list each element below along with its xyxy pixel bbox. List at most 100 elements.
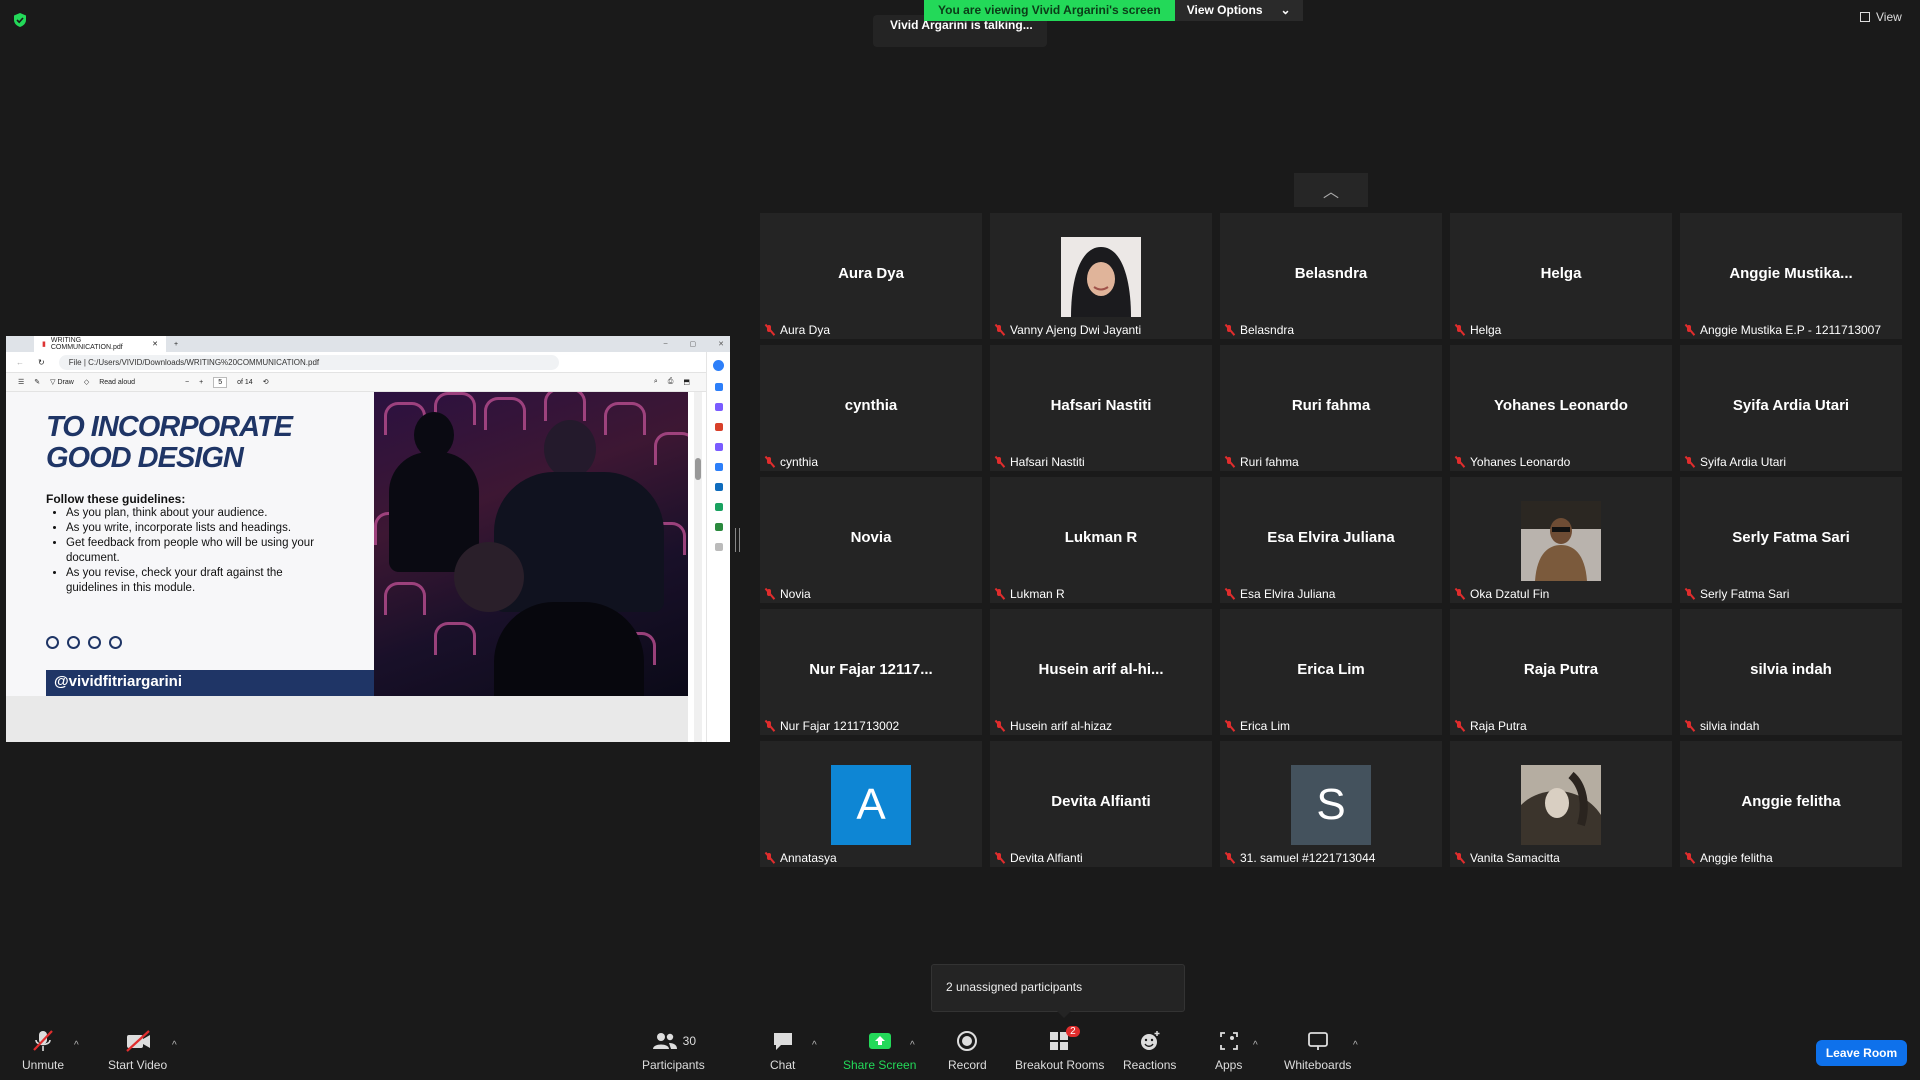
minimize-icon[interactable]: – [664,340,668,348]
participant-display-name: Erica Lim [1297,661,1365,678]
participant-name-label: Lukman R [994,585,1065,603]
record-button[interactable]: Record [948,1028,987,1072]
participant-name-label: silvia indah [1684,717,1759,735]
participant-tile[interactable]: Anggie felitha Anggie felitha [1680,741,1902,867]
participant-avatar: S [1291,765,1371,845]
zoom-out-icon[interactable]: − [185,379,189,386]
participant-tile[interactable]: Lukman R Lukman R [990,477,1212,603]
participant-tile[interactable]: Hafsari Nastiti Hafsari Nastiti [990,345,1212,471]
chat-label: Chat [770,1058,796,1072]
shopping-icon[interactable] [714,503,723,511]
save-icon[interactable]: ⬒ [683,378,690,386]
close-icon[interactable]: ✕ [152,340,158,348]
share-options-caret[interactable]: ^ [910,1040,915,1051]
toolbox-icon[interactable] [714,423,723,431]
video-options-caret[interactable]: ^ [172,1040,177,1051]
participant-tile[interactable]: Vanita Samacitta [1450,741,1672,867]
close-window-icon[interactable]: ✕ [718,340,724,348]
participant-tile[interactable]: cynthia cynthia [760,345,982,471]
participant-tile[interactable]: Nur Fajar 12117... Nur Fajar 1211713002 [760,609,982,735]
unmute-button[interactable]: Unmute [22,1028,64,1072]
shield-icon[interactable] [12,12,28,28]
start-video-button[interactable]: Start Video [108,1028,167,1072]
maximize-icon[interactable]: ▢ [690,340,697,348]
tree-icon[interactable] [714,523,723,531]
whiteboards-options-caret[interactable]: ^ [1353,1040,1358,1051]
audio-options-caret[interactable]: ^ [74,1040,79,1051]
participant-tile[interactable]: Raja Putra Raja Putra [1450,609,1672,735]
outlook-icon[interactable] [714,483,723,491]
draw-button[interactable]: ▽ Draw [50,378,74,386]
chevron-up-icon: ︿ [1322,184,1339,201]
unassigned-participants-tooltip[interactable]: 2 unassigned participants [931,964,1185,1018]
search-icon[interactable]: ⌕ [654,378,658,386]
participant-tile[interactable]: Oka Dzatul Fin [1450,477,1672,603]
participants-button[interactable]: 30 Participants [642,1028,705,1072]
print-icon[interactable]: ⎙ [668,378,674,386]
reload-icon[interactable]: ↻ [38,358,45,367]
participant-display-name: Nur Fajar 12117... [809,661,933,678]
zoom-in-icon[interactable]: + [199,379,203,386]
participant-tile[interactable]: S 31. samuel #1221713044 [1220,741,1442,867]
view-button[interactable]: View [1860,10,1902,24]
participant-tile[interactable]: Anggie Mustika... Anggie Mustika E.P - 12… [1680,213,1902,339]
apps-options-caret[interactable]: ^ [1253,1040,1258,1051]
participant-name: Novia [780,587,811,601]
participant-tile[interactable]: A Annatasya [760,741,982,867]
participant-tile[interactable]: Erica Lim Erica Lim [1220,609,1442,735]
mic-muted-icon [1454,720,1465,732]
participant-tile[interactable]: Belasndra Belasndra [1220,213,1442,339]
participant-tile[interactable]: Novia Novia [760,477,982,603]
search-icon[interactable] [714,383,723,391]
reactions-button[interactable]: Reactions [1123,1028,1176,1072]
games-icon[interactable] [714,443,723,451]
participant-tile[interactable]: Devita Alfianti Devita Alfianti [990,741,1212,867]
participant-tile[interactable]: Vanny Ajeng Dwi Jayanti [990,213,1212,339]
participant-tile[interactable]: Serly Fatma Sari Serly Fatma Sari [1680,477,1902,603]
pdf-toolbar: ☰ ✎ ▽ Draw ◇ Read aloud − + 5 of 14 ⟲ ⌕ … [6,373,730,392]
apps-button[interactable]: Apps [1215,1028,1242,1072]
participant-name-label: Raja Putra [1454,717,1527,735]
chat-options-caret[interactable]: ^ [812,1040,817,1051]
breakout-rooms-button[interactable]: 2 Breakout Rooms [1015,1026,1104,1072]
office-icon[interactable] [714,463,723,471]
chat-button[interactable]: Chat [770,1028,795,1072]
bing-icon[interactable] [713,360,724,371]
breakout-badge: 2 [1066,1026,1080,1037]
participant-tile[interactable]: Syifa Ardia Utari Syifa Ardia Utari [1680,345,1902,471]
page-number-input[interactable]: 5 [213,376,228,388]
new-tab-icon[interactable]: + [174,341,178,348]
highlight-icon[interactable]: ✎ [34,378,40,386]
participant-tile[interactable]: Aura Dya Aura Dya [760,213,982,339]
participant-display-name: Devita Alfianti [1051,793,1151,810]
rotate-icon[interactable]: ⟲ [263,378,269,386]
read-aloud-button[interactable]: Read aloud [99,379,135,386]
participant-display-name: Yohanes Leonardo [1494,397,1628,414]
split-view-handle[interactable] [735,528,740,552]
participant-tile[interactable]: Ruri fahma Ruri fahma [1220,345,1442,471]
browser-tab-bar: ▮ WRITING COMMUNICATION.pdf ✕ + – ▢ ✕ [6,336,730,352]
back-icon[interactable]: ← [16,358,24,367]
whiteboards-button[interactable]: Whiteboards [1284,1028,1351,1072]
view-options-button[interactable]: View Options ⌄ [1174,0,1303,21]
participant-tile[interactable]: Yohanes Leonardo Yohanes Leonardo [1450,345,1672,471]
contents-icon[interactable]: ☰ [18,378,24,386]
address-bar[interactable]: File | C:/Users/VIVID/Downloads/WRITING%… [58,354,559,370]
participant-tile[interactable]: Helga Helga [1450,213,1672,339]
mic-muted-icon [1454,852,1465,864]
scroll-up-button[interactable]: ︿ [1294,173,1368,207]
participant-tile[interactable]: silvia indah silvia indah [1680,609,1902,735]
tag-icon[interactable] [714,403,723,411]
mic-muted-icon [994,852,1005,864]
video-off-icon [125,1030,150,1052]
participant-tile[interactable]: Husein arif al-hi... Husein arif al-hizaz [990,609,1212,735]
erase-icon[interactable]: ◇ [84,378,89,386]
share-screen-button[interactable]: Share Screen [843,1028,916,1072]
browser-tab[interactable]: ▮ WRITING COMMUNICATION.pdf ✕ [34,336,166,352]
vertical-scrollbar[interactable] [694,392,702,742]
chat-icon [773,1033,792,1050]
leave-room-button[interactable]: Leave Room [1816,1040,1907,1066]
participant-name: Lukman R [1010,587,1065,601]
add-icon[interactable] [714,543,723,551]
participant-tile[interactable]: Esa Elvira Juliana Esa Elvira Juliana [1220,477,1442,603]
